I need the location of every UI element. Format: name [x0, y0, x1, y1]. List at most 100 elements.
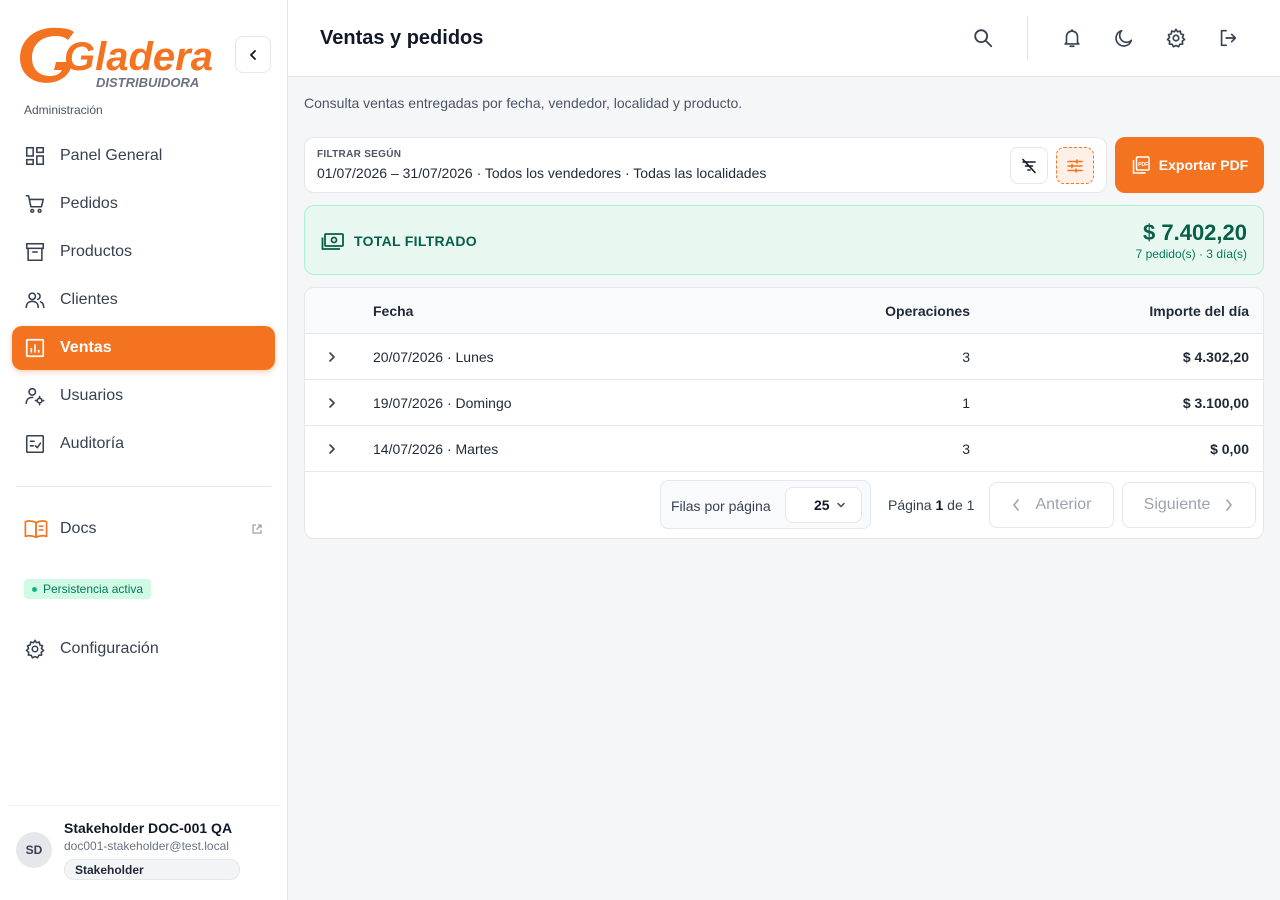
checklist-icon: [25, 434, 45, 454]
section-label: Administración: [24, 103, 103, 117]
row-operations: 3: [962, 441, 970, 457]
sidebar: Gladera DISTRIBUIDORA Administración Pan…: [0, 0, 288, 900]
clear-filters-button[interactable]: [1010, 147, 1048, 184]
persistence-text: Persistencia activa: [43, 582, 144, 596]
sidebar-item-usuarios[interactable]: Usuarios: [12, 374, 275, 418]
chevron-right-icon[interactable]: [326, 350, 338, 364]
rows-per-page-control: Filas por página 25: [660, 480, 871, 529]
row-operations: 3: [962, 349, 970, 365]
previous-page-button[interactable]: Anterior: [989, 482, 1114, 528]
svg-text:PDF: PDF: [1138, 162, 1148, 168]
page-word: Página: [888, 497, 932, 513]
brand-name: Gladera: [64, 35, 213, 79]
dashboard-icon: [25, 146, 45, 166]
moon-icon: [1115, 29, 1133, 47]
table-row[interactable]: 19/07/2026 · Domingo 1 $ 3.100,00: [305, 380, 1263, 426]
row-date: 19/07/2026 · Domingo: [373, 395, 512, 411]
total-amount: $ 7.402,20: [1143, 220, 1247, 245]
archive-box-icon: [25, 242, 45, 262]
user-profile[interactable]: SD Stakeholder DOC-001 QA doc001-stakeho…: [8, 805, 280, 900]
column-header-fecha[interactable]: Fecha: [373, 303, 413, 319]
user-role-badge: Stakeholder: [64, 859, 240, 880]
rows-per-page-value: 25: [814, 497, 830, 513]
chevron-right-icon[interactable]: [326, 442, 338, 456]
sidebar-item-auditoria[interactable]: Auditoría: [12, 422, 275, 466]
search-icon: [974, 29, 993, 48]
sales-table: Fecha Operaciones Importe del día 20/07/…: [304, 287, 1264, 539]
sidebar-item-label: Clientes: [60, 291, 118, 308]
sidebar-item-label: Usuarios: [60, 387, 124, 404]
table-row[interactable]: 14/07/2026 · Martes 3 $ 0,00: [305, 426, 1263, 472]
sidebar-item-docs[interactable]: Docs: [12, 507, 275, 551]
filter-summary[interactable]: FILTRAR SEGÚN 01/07/2026 – 31/07/2026 · …: [304, 137, 1107, 193]
row-amount: $ 4.302,20: [1182, 349, 1249, 365]
user-name: Stakeholder DOC-001 QA: [64, 820, 233, 836]
of-word: de: [947, 497, 963, 513]
users-icon: [25, 292, 45, 309]
theme-toggle-button[interactable]: [1112, 26, 1136, 50]
adjust-filters-button[interactable]: [1056, 147, 1094, 184]
row-amount: $ 3.100,00: [1182, 395, 1249, 411]
total-meta: 7 pedido(s) · 3 día(s): [1135, 247, 1247, 261]
sliders-icon: [1067, 158, 1083, 173]
page-title: Ventas y pedidos: [320, 27, 484, 49]
export-label: Exportar PDF: [1158, 157, 1249, 173]
export-pdf-button[interactable]: PDF Exportar PDF: [1115, 137, 1264, 193]
logout-button[interactable]: [1216, 26, 1240, 50]
column-header-importe[interactable]: Importe del día: [1149, 303, 1249, 319]
bell-icon: [1064, 29, 1080, 48]
filter-value: 01/07/2026 – 31/07/2026 · Todos los vend…: [317, 165, 767, 181]
page-indicator: Página 1 de 1: [888, 497, 974, 513]
chart-box-icon: [25, 338, 45, 358]
table-row[interactable]: 20/07/2026 · Lunes 3 $ 4.302,20: [305, 334, 1263, 380]
status-dot-icon: [32, 586, 37, 592]
gear-icon: [1166, 28, 1186, 48]
config-label: Configuración: [60, 640, 159, 657]
previous-label: Anterior: [1035, 496, 1092, 513]
sidebar-item-ventas[interactable]: Ventas: [12, 326, 275, 370]
total-summary-card: TOTAL FILTRADO $ 7.402,20 7 pedido(s) · …: [304, 205, 1264, 275]
row-amount: $ 0,00: [1210, 441, 1249, 457]
pagination: Filas por página 25 Página 1 de 1 Anteri…: [305, 472, 1263, 538]
page-total: 1: [966, 497, 975, 513]
gear-icon: [25, 639, 45, 659]
table-header: Fecha Operaciones Importe del día: [305, 288, 1263, 334]
sidebar-item-clientes[interactable]: Clientes: [12, 278, 275, 322]
row-date: 14/07/2026 · Martes: [373, 441, 499, 457]
collapse-sidebar-button[interactable]: [235, 36, 271, 73]
column-header-operaciones[interactable]: Operaciones: [885, 303, 970, 319]
sidebar-item-pedidos[interactable]: Pedidos: [12, 182, 275, 226]
cart-icon: [25, 194, 45, 214]
user-gear-icon: [25, 387, 45, 406]
persistence-status-badge: Persistencia activa: [24, 579, 152, 599]
page-subtitle: Consulta ventas entregadas por fecha, ve…: [304, 95, 743, 111]
sidebar-item-label: Ventas: [60, 339, 112, 356]
chevron-left-icon: [1013, 499, 1020, 511]
header-separator: [1027, 16, 1028, 60]
rows-per-page-label: Filas por página: [671, 498, 771, 514]
sidebar-divider: [16, 486, 271, 487]
next-page-button[interactable]: Siguiente: [1122, 482, 1256, 528]
row-date: 20/07/2026 · Lunes: [373, 349, 494, 365]
settings-button[interactable]: [1164, 26, 1188, 50]
sidebar-item-label: Productos: [60, 243, 133, 260]
sidebar-item-label: Auditoría: [60, 435, 125, 452]
chevron-right-icon[interactable]: [326, 396, 338, 410]
sidebar-item-configuracion[interactable]: Configuración: [12, 627, 275, 671]
row-operations: 1: [962, 395, 970, 411]
search-button[interactable]: [971, 26, 995, 50]
filter-off-icon: [1022, 158, 1036, 173]
notifications-button[interactable]: [1060, 26, 1084, 50]
sidebar-item-label: Pedidos: [60, 195, 118, 212]
filter-label: FILTRAR SEGÚN: [317, 149, 402, 160]
sidebar-nav: Panel General Pedidos Productos Clientes…: [12, 134, 275, 470]
top-header: Ventas y pedidos: [288, 0, 1280, 77]
brand-logo[interactable]: Gladera DISTRIBUIDORA: [18, 22, 218, 92]
book-open-icon: [24, 520, 48, 539]
brand-tagline: DISTRIBUIDORA: [96, 75, 199, 90]
rows-per-page-select[interactable]: 25: [785, 487, 862, 523]
sidebar-item-productos[interactable]: Productos: [12, 230, 275, 274]
sidebar-item-panel-general[interactable]: Panel General: [12, 134, 275, 178]
external-link-icon: [252, 524, 262, 534]
chevron-left-icon: [250, 49, 256, 60]
